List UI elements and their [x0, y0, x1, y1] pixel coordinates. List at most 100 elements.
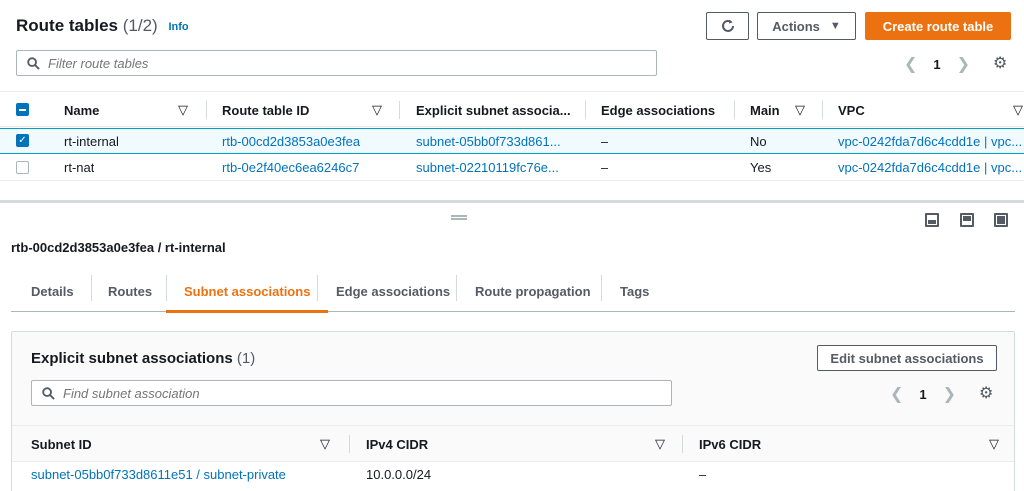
vpc-link[interactable]: vpc-0242fda7d6c4cdd1e | vpc...	[838, 155, 1022, 179]
route-table-id-link[interactable]: rtb-0e2f40ec6ea6246c7	[222, 155, 359, 179]
tab-edge-associations[interactable]: Edge associations	[336, 270, 450, 312]
column-explicit-subnet[interactable]: Explicit subnet associa...	[416, 92, 571, 128]
tab-label: Subnet associations	[184, 283, 311, 299]
subnet-associations-card: Explicit subnet associations (1) Edit su…	[11, 331, 1015, 491]
selection-count: (1/2)	[122, 16, 158, 35]
subnet-link[interactable]: subnet-02210119fc76e...	[416, 155, 559, 179]
search-icon	[42, 386, 55, 400]
route-table-id-link[interactable]: rtb-00cd2d3853a0e3fea	[222, 129, 360, 153]
sort-subnet-id-icon[interactable]: ▽	[320, 426, 330, 462]
row-edge: –	[601, 133, 609, 149]
sort-ipv6-icon[interactable]: ▽	[989, 426, 999, 462]
tab-label: Tags	[620, 283, 650, 299]
chevron-right-icon[interactable]: ❯	[943, 384, 956, 404]
column-route-table-id[interactable]: Route table ID	[222, 92, 309, 128]
column-subnet-label: Explicit subnet associa...	[416, 102, 571, 118]
row-main: No	[750, 133, 767, 149]
column-main[interactable]: Main	[750, 92, 780, 128]
column-edge-associations[interactable]: Edge associations	[601, 92, 715, 128]
page-title-text: Route tables	[16, 16, 119, 35]
edit-subnet-associations-button[interactable]: Edit subnet associations	[817, 345, 997, 371]
subnet-link[interactable]: subnet-05bb0f733d861...	[416, 129, 561, 153]
actions-label: Actions	[772, 18, 820, 34]
details-title: rtb-00cd2d3853a0e3fea / rt-internal	[11, 240, 226, 255]
route-tables-panel: Route tables (1/2) Info Actions ▼ Create…	[0, 0, 1024, 200]
filter-route-tables-input[interactable]	[48, 55, 628, 71]
row-checkbox[interactable]	[16, 161, 29, 174]
actions-button[interactable]: Actions ▼	[757, 12, 856, 40]
tab-routes[interactable]: Routes	[108, 270, 152, 312]
column-label: Subnet ID	[31, 436, 92, 452]
column-separator	[822, 101, 823, 119]
split-divider[interactable]	[0, 200, 1024, 203]
column-separator	[734, 101, 735, 119]
subnet-id-link[interactable]: subnet-05bb0f733d8611e51 / subnet-privat…	[31, 462, 286, 486]
tab-label: Details	[31, 283, 74, 299]
column-label: IPv4 CIDR	[366, 436, 429, 452]
sort-name-icon[interactable]: ▽	[178, 92, 188, 128]
column-separator	[349, 435, 350, 453]
subnet-pagination: ❮ 1 ❯	[890, 384, 956, 404]
drag-handle-icon[interactable]	[451, 215, 467, 220]
tab-separator	[601, 275, 602, 301]
tab-label: Route propagation	[475, 283, 591, 299]
create-route-table-button[interactable]: Create route table	[865, 12, 1011, 40]
row-edge: –	[601, 159, 609, 175]
column-name[interactable]: Name	[64, 92, 99, 128]
gear-icon[interactable]: ⚙	[979, 383, 993, 403]
column-vpc[interactable]: VPC	[838, 92, 865, 128]
column-label: IPv6 CIDR	[699, 436, 762, 452]
row-checkbox[interactable]: ✓	[16, 134, 29, 147]
filter-box	[16, 50, 657, 76]
sort-id-icon[interactable]: ▽	[372, 92, 382, 128]
refresh-icon	[721, 19, 734, 32]
chevron-right-icon[interactable]: ❯	[957, 54, 970, 74]
layout-full-icon[interactable]	[994, 213, 1008, 227]
layout-bottom-icon[interactable]	[925, 213, 939, 227]
table-row[interactable]: rt-nat rtb-0e2f40ec6ea6246c7 subnet-0221…	[0, 155, 1024, 181]
tab-separator	[91, 275, 92, 301]
column-main-label: Main	[750, 102, 780, 118]
column-ipv6-cidr[interactable]: IPv6 CIDR	[699, 426, 761, 462]
table-row: subnet-05bb0f733d8611e51 / subnet-privat…	[12, 462, 1014, 488]
caret-down-icon: ▼	[829, 20, 841, 32]
info-link[interactable]: Info	[168, 21, 188, 33]
sort-ipv4-icon[interactable]: ▽	[655, 426, 665, 462]
gear-icon[interactable]: ⚙	[993, 53, 1007, 73]
column-separator	[682, 435, 683, 453]
tab-subnet-associations[interactable]: Subnet associations	[165, 270, 329, 313]
column-vpc-label: VPC	[838, 102, 865, 118]
tab-label: Edge associations	[336, 283, 451, 299]
column-separator	[206, 101, 207, 119]
tab-tags[interactable]: Tags	[620, 270, 649, 312]
subnet-table-header: Subnet ID ▽ IPv4 CIDR ▽ IPv6 CIDR ▽	[12, 426, 1014, 462]
create-label: Create route table	[882, 18, 994, 34]
sort-vpc-icon[interactable]: ▽	[1013, 92, 1023, 128]
row-main: Yes	[750, 159, 772, 175]
column-name-label: Name	[64, 102, 100, 118]
column-ipv4-cidr[interactable]: IPv4 CIDR	[366, 426, 428, 462]
refresh-button[interactable]	[706, 12, 749, 40]
tab-route-propagation[interactable]: Route propagation	[475, 270, 591, 312]
chevron-left-icon[interactable]: ❮	[890, 384, 903, 404]
select-all-checkbox[interactable]	[16, 103, 29, 116]
tab-separator	[317, 275, 318, 301]
edit-label: Edit subnet associations	[830, 350, 984, 366]
details-tabs: Details Routes Subnet associations Edge …	[11, 270, 1015, 313]
column-subnet-id[interactable]: Subnet ID	[31, 426, 92, 462]
ipv4-cidr-value: 10.0.0.0/24	[366, 466, 432, 482]
column-separator	[585, 101, 586, 119]
find-box	[31, 380, 672, 406]
chevron-left-icon[interactable]: ❮	[904, 54, 917, 74]
tab-details[interactable]: Details	[31, 270, 74, 312]
page-number[interactable]: 1	[933, 57, 940, 72]
sort-main-icon[interactable]: ▽	[795, 92, 805, 128]
card-title: Explicit subnet associations (1)	[31, 350, 255, 367]
row-name: rt-nat	[64, 159, 95, 175]
tab-label: Routes	[108, 283, 153, 299]
table-row[interactable]: ✓ rt-internal rtb-00cd2d3853a0e3fea subn…	[0, 128, 1024, 154]
vpc-link[interactable]: vpc-0242fda7d6c4cdd1e | vpc...	[838, 129, 1022, 153]
find-subnet-association-input[interactable]	[63, 385, 643, 401]
layout-side-icon[interactable]	[960, 213, 974, 227]
page-number[interactable]: 1	[919, 387, 926, 402]
